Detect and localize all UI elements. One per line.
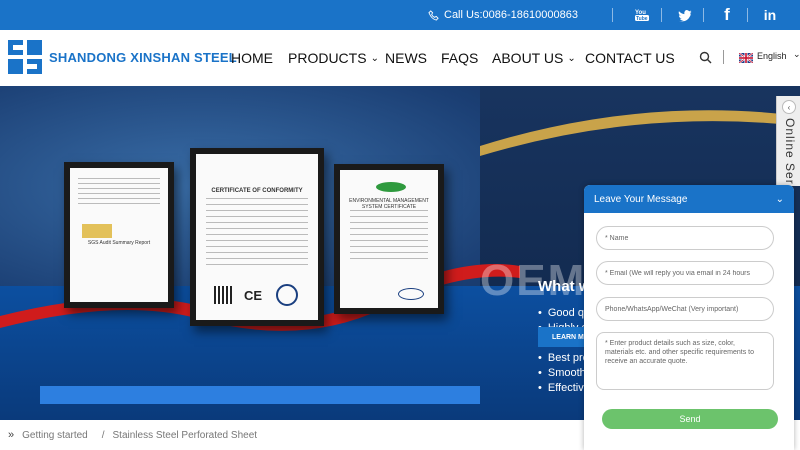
chat-title: Leave Your Message — [594, 193, 688, 205]
search-icon[interactable] — [699, 51, 712, 64]
chevron-down-icon: ⌄ — [370, 52, 379, 64]
nav-home[interactable]: HOME — [231, 30, 273, 86]
online-service-tab[interactable]: ‹ Online Ser — [776, 96, 800, 186]
brand-name[interactable]: SHANDONG XINSHAN STEEL — [49, 50, 237, 65]
uk-flag-icon — [739, 53, 753, 63]
chat-header[interactable]: Leave Your Message — [584, 185, 794, 213]
twitter-icon[interactable] — [674, 0, 696, 30]
chevron-down-icon[interactable]: ⌄ — [776, 185, 784, 213]
breadcrumb-home[interactable]: Getting started — [22, 430, 88, 441]
display-stage — [40, 386, 480, 404]
nav-products[interactable]: PRODUCTS ⌄ — [288, 30, 379, 86]
youtube-icon[interactable]: You Tube — [630, 0, 654, 30]
hero-subheading: What w — [538, 278, 591, 295]
email-field[interactable]: * Email (We will reply you via email in … — [596, 261, 774, 285]
call-us-text: Call Us:0086-18610000863 — [444, 9, 578, 21]
call-us[interactable]: Call Us:0086-18610000863 — [428, 0, 578, 30]
nav-divider — [723, 50, 724, 64]
facebook-icon[interactable]: f — [718, 0, 736, 30]
hero-bullet-list: Good qu Highly c State-of Best pro Smoot… — [538, 306, 590, 396]
nav-news[interactable]: NEWS — [385, 30, 427, 86]
linkedin-icon[interactable]: in — [760, 0, 780, 30]
breadcrumb-current: Stainless Steel Perforated Sheet — [112, 429, 258, 441]
list-item: Smooth — [538, 366, 590, 381]
nav-contact-us[interactable]: CONTACT US — [585, 30, 675, 86]
chevron-down-icon: ⌄ — [567, 52, 576, 64]
leave-message-widget: Leave Your Message ⌄ * Name * Email (We … — [584, 185, 794, 450]
send-button[interactable]: Send — [602, 409, 778, 429]
certificate-frame: ENVIRONMENTAL MANAGEMENT SYSTEM CERTIFIC… — [334, 164, 444, 314]
top-bar: Call Us:0086-18610000863 You Tube f in — [0, 0, 800, 30]
nav-faqs[interactable]: FAQS — [441, 30, 478, 86]
phone-icon — [428, 9, 439, 21]
certificate-frame: SGS Audit Summary Report — [64, 162, 174, 308]
list-item: Effectiv — [538, 381, 590, 396]
product-details-field[interactable]: * Enter product details such as size, co… — [596, 332, 774, 390]
name-field[interactable]: * Name — [596, 226, 774, 250]
online-service-label: Online Ser — [783, 118, 797, 185]
double-chevron-icon: » — [8, 429, 15, 441]
svg-text:Tube: Tube — [636, 16, 648, 22]
breadcrumb-divider: / — [101, 429, 105, 441]
chevron-left-icon[interactable]: ‹ — [782, 100, 796, 114]
nav-about-us[interactable]: ABOUT US ⌄ — [492, 30, 576, 86]
list-item: Best pro — [538, 351, 590, 366]
learn-more-button[interactable]: LEARN MO — [538, 327, 590, 347]
phone-field[interactable]: Phone/WhatsApp/WeChat (Very important) — [596, 297, 774, 321]
logo-icon[interactable] — [8, 40, 42, 74]
language-selector[interactable]: English — [757, 51, 787, 61]
list-item: Good qu — [538, 306, 590, 321]
certificate-frame: CERTIFICATE OF CONFORMITY CE — [190, 148, 324, 326]
chevron-down-icon[interactable]: ⌄ — [793, 49, 800, 60]
